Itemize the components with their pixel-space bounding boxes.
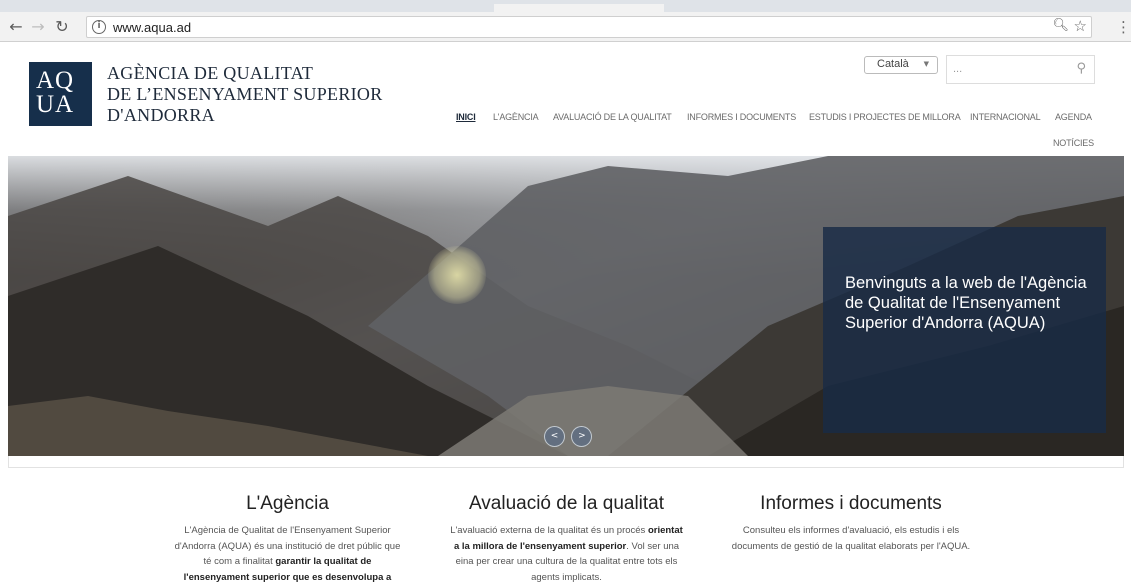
slider-next-button[interactable]: > [571, 426, 593, 447]
back-arrow-icon[interactable]: ← [6, 17, 26, 37]
browser-tabstrip [0, 0, 1131, 12]
zoom-icon[interactable]: 🔍︎ [1052, 18, 1069, 33]
divider [1123, 456, 1124, 467]
logo-line-2: UA [36, 91, 75, 118]
divider [8, 456, 9, 467]
browser-tab-active[interactable] [494, 4, 664, 12]
nav-item-inici[interactable]: INICI [456, 112, 476, 122]
column-avaluacio: Avaluació de la qualitat L'avaluació ext… [449, 493, 684, 585]
column-informes: Informes i documents Consulteu els infor… [731, 493, 971, 554]
nav-item-agencia[interactable]: L'AGÈNCIA [493, 112, 539, 122]
site-title[interactable]: AGÈNCIA DE QUALITAT DE L’ENSENYAMENT SUP… [107, 63, 383, 126]
hero-caption-panel: Benvinguts a la web de l'Agència de Qual… [823, 227, 1106, 433]
nav-item-noticies[interactable]: NOTÍCIES [1053, 138, 1094, 148]
site-title-line-1: AGÈNCIA DE QUALITAT [107, 63, 314, 83]
column-text: L'Agència de Qualitat de l'Ensenyament S… [174, 525, 401, 583]
logo-line-1: AQ [36, 67, 75, 94]
search-icon[interactable]: ⚲ [1076, 61, 1086, 76]
info-icon[interactable]: i [92, 20, 106, 34]
search-input[interactable]: ... ⚲ [946, 55, 1095, 84]
language-select-value: Català [877, 58, 909, 70]
nav-item-avaluacio[interactable]: AVALUACIÓ DE LA QUALITAT [553, 112, 672, 122]
chevron-down-icon: ▼ [923, 60, 929, 68]
column-text: L'avaluació externa de la qualitat és un… [450, 525, 683, 583]
language-select[interactable]: Català ▼ [864, 56, 938, 74]
bookmark-star-icon[interactable]: ☆ [1074, 17, 1087, 35]
nav-item-agenda[interactable]: AGENDA [1055, 112, 1092, 122]
search-placeholder: ... [953, 63, 963, 75]
divider [8, 467, 1124, 468]
hero-caption-text: Benvinguts a la web de l'Agència de Qual… [845, 274, 1087, 332]
browser-menu-icon[interactable]: ⋮ [1116, 17, 1131, 37]
hero-slider: Benvinguts a la web de l'Agència de Qual… [8, 156, 1124, 456]
forward-arrow-icon[interactable]: → [28, 17, 48, 37]
sun-glare [428, 246, 486, 304]
site-logo[interactable]: AQ UA [29, 62, 92, 126]
site-title-line-3: D'ANDORRA [107, 105, 215, 125]
nav-item-estudis[interactable]: ESTUDIS I PROJECTES DE MILLORA [809, 112, 961, 122]
column-title[interactable]: L'Agència [170, 493, 405, 515]
reload-icon[interactable]: ↻ [52, 17, 72, 37]
site-title-line-2: DE L’ENSENYAMENT SUPERIOR [107, 84, 383, 104]
address-bar[interactable]: i www.aqua.ad 🔍︎ ☆ [86, 16, 1092, 38]
slider-prev-button[interactable]: < [544, 426, 565, 447]
column-title[interactable]: Informes i documents [731, 493, 971, 515]
browser-toolbar: ← → ↻ i www.aqua.ad 🔍︎ ☆ ⋮ [0, 12, 1131, 42]
nav-item-informes[interactable]: INFORMES I DOCUMENTS [687, 112, 796, 122]
slider-controls: < > [544, 425, 594, 447]
nav-item-internacional[interactable]: INTERNACIONAL [970, 112, 1041, 122]
url-text[interactable]: www.aqua.ad [113, 20, 191, 35]
column-title[interactable]: Avaluació de la qualitat [449, 493, 684, 515]
column-text: Consulteu els informes d'avaluació, els … [731, 525, 971, 552]
column-agencia: L'Agència L'Agència de Qualitat de l'Ens… [170, 493, 405, 585]
